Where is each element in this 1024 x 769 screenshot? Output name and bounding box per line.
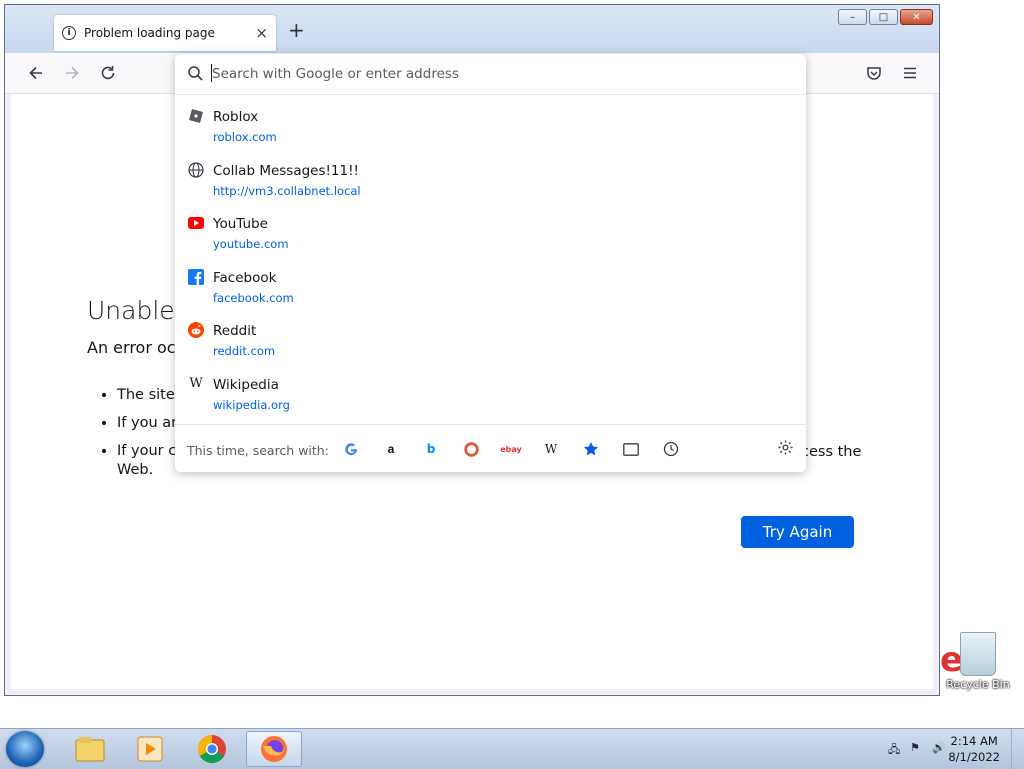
back-arrow-icon[interactable] xyxy=(27,64,45,86)
tabs-icon[interactable] xyxy=(623,441,639,457)
suggestion-url: roblox.com xyxy=(213,130,277,144)
tab-title: Problem loading page xyxy=(84,26,215,40)
reddit-icon xyxy=(188,322,204,339)
suggestion-name: Wikipedia xyxy=(213,376,279,393)
bookmark-star-icon[interactable] xyxy=(583,441,599,457)
one-off-search-bar: This time, search with: a b ebay W xyxy=(175,424,806,473)
suggestion-url: youtube.com xyxy=(213,237,289,252)
reload-icon[interactable] xyxy=(99,64,117,86)
forward-arrow-icon[interactable] xyxy=(63,64,81,86)
address-placeholder: Search with Google or enter address xyxy=(212,66,459,82)
title-bar: i Problem loading page × + – □ ✕ xyxy=(5,5,939,53)
address-bar-dropdown: Search with Google or enter address Robl… xyxy=(175,54,806,472)
new-tab-button[interactable]: + xyxy=(288,20,305,40)
youtube-icon xyxy=(188,215,204,231)
history-clock-icon[interactable] xyxy=(663,441,679,457)
bing-icon[interactable]: b xyxy=(423,441,439,457)
suggestion-name: Roblox xyxy=(213,109,259,125)
suggestion-facebook[interactable]: Facebook facebook.com xyxy=(175,267,806,321)
recycle-bin-icon xyxy=(960,632,996,676)
roblox-icon xyxy=(188,108,204,124)
close-window-button[interactable]: ✕ xyxy=(900,9,933,25)
suggestion-url: wikipedia.org xyxy=(213,397,290,412)
web-text: Web. xyxy=(117,462,154,478)
wikipedia-search-icon[interactable]: W xyxy=(543,441,559,457)
duckduckgo-icon[interactable] xyxy=(463,441,479,457)
suggestion-wikipedia[interactable]: W Wikipedia wikipedia.org xyxy=(175,374,806,428)
suggestion-name: Reddit xyxy=(213,323,257,340)
error-subtitle: An error oc xyxy=(87,338,176,357)
search-icon xyxy=(187,65,204,82)
action-center-flag-icon[interactable]: ⚑ xyxy=(910,741,924,755)
google-icon[interactable] xyxy=(343,441,359,457)
suggestion-name: Collab Messages!11!! xyxy=(213,162,359,179)
window-controls: – □ ✕ xyxy=(838,9,933,25)
chrome-icon[interactable] xyxy=(184,731,240,767)
clock-date: 8/1/2022 xyxy=(948,750,1000,764)
suggestion-name: Facebook xyxy=(213,269,277,286)
suggestion-youtube[interactable]: YouTube youtube.com xyxy=(175,213,806,267)
error-title: Unable xyxy=(87,296,175,325)
system-tray: 🖧 ⚑ 🔊 xyxy=(888,741,946,756)
clock-time: 2:14 AM xyxy=(950,734,998,748)
menu-icon[interactable] xyxy=(901,64,919,86)
suggestion-url: http://vm3.collabnet.local xyxy=(213,183,361,198)
close-tab-icon[interactable]: × xyxy=(255,24,268,42)
suggestion-url: reddit.com xyxy=(213,344,276,359)
suggestion-list: Roblox roblox.com Collab Messages!11!! h… xyxy=(175,106,806,428)
search-settings-gear-icon[interactable] xyxy=(777,439,794,460)
suggestion-name: YouTube xyxy=(213,216,268,233)
tab-problem-loading[interactable]: i Problem loading page × xyxy=(54,15,276,51)
clock[interactable]: 2:14 AM 8/1/2022 xyxy=(948,733,1000,765)
globe-icon xyxy=(188,161,204,178)
search-with-label: This time, search with: xyxy=(187,443,329,458)
search-engine-list: a b ebay W xyxy=(343,441,679,457)
ebay-icon[interactable]: ebay xyxy=(500,441,522,457)
recycle-bin[interactable]: Recycle Bin xyxy=(946,632,1010,691)
suggestion-url: facebook.com xyxy=(213,290,294,305)
pocket-icon[interactable] xyxy=(865,64,883,86)
taskbar: 🖧 ⚑ 🔊 2:14 AM 8/1/2022 xyxy=(0,728,1024,769)
facebook-icon xyxy=(188,268,204,285)
address-input[interactable]: Search with Google or enter address xyxy=(175,54,806,95)
minimize-button[interactable]: – xyxy=(838,9,867,25)
volume-icon[interactable]: 🔊 xyxy=(932,741,946,755)
amazon-icon[interactable]: a xyxy=(383,441,399,457)
file-explorer-icon[interactable] xyxy=(62,731,118,767)
suggestion-reddit[interactable]: Reddit reddit.com xyxy=(175,320,806,374)
suggestion-roblox[interactable]: Roblox roblox.com xyxy=(175,106,806,160)
try-again-button[interactable]: Try Again xyxy=(741,516,854,548)
suggestion-collab[interactable]: Collab Messages!11!! http://vm3.collabne… xyxy=(175,160,806,214)
network-icon[interactable]: 🖧 xyxy=(888,741,902,756)
start-button[interactable] xyxy=(6,731,44,767)
show-desktop-button[interactable] xyxy=(1011,729,1024,769)
firefox-taskbar-icon[interactable] xyxy=(246,731,302,767)
wikipedia-icon: W xyxy=(189,376,203,392)
maximize-button[interactable]: □ xyxy=(869,9,898,25)
error-trailing-text: cess the xyxy=(801,444,862,460)
recycle-bin-label: Recycle Bin xyxy=(946,678,1010,691)
info-icon: i xyxy=(62,26,76,40)
media-player-icon[interactable] xyxy=(122,731,178,767)
